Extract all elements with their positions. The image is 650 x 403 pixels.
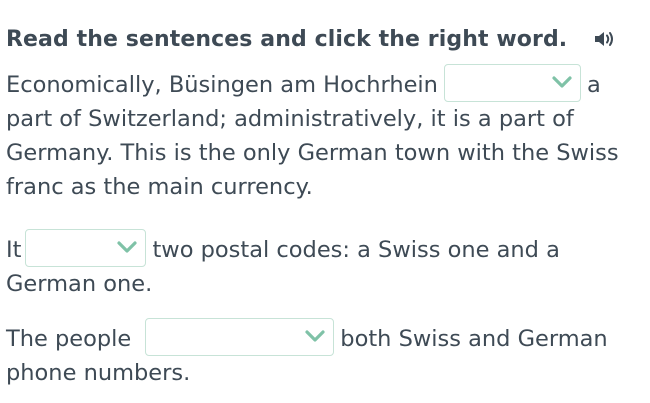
sentence-1-line-4: franc as the main currency. [6,174,313,200]
chevron-down-icon [117,241,138,253]
sentence-1: Economically, Büsingen am Hochrhein a par… [6,64,646,204]
sentence-1-line-1: Economically, Büsingen am Hochrhein a [6,64,646,102]
sentence-3-text-before: The people [6,326,132,352]
sentence-2: It two postal codes: a Swiss one and a Ge… [6,229,646,301]
chevron-down-icon [305,330,325,342]
sentence-1-line-2: part of Switzerland; administratively, i… [6,106,574,132]
sentence-2-text-after: two postal codes: a Swiss one and a [152,237,560,263]
sentence-1-line-3: Germany. This is the only German town wi… [6,140,619,166]
sentence-3: The people both Swiss and German phone nu… [6,318,646,390]
answer-dropdown-3[interactable] [145,318,335,356]
answer-dropdown-1[interactable] [443,64,581,102]
sentence-3-line-2: phone numbers. [6,360,191,386]
instruction-header: Read the sentences and click the right w… [6,20,619,58]
chevron-down-icon [552,76,572,88]
sentence-3-line-1: The people both Swiss and German [6,318,646,356]
sentence-1-text-before: Economically, Büsingen am Hochrhein [6,72,438,98]
instruction-title: Read the sentences and click the right w… [6,26,568,52]
sentence-2-text-before: It [6,237,22,263]
answer-dropdown-2[interactable] [25,229,147,267]
sentence-2-line-1: It two postal codes: a Swiss one and a [6,229,646,267]
sentence-1-text-after: a [586,72,601,98]
sentence-3-text-after: both Swiss and German [340,326,608,352]
sentence-2-line-2: German one. [6,271,153,297]
speaker-icon[interactable] [593,27,619,51]
